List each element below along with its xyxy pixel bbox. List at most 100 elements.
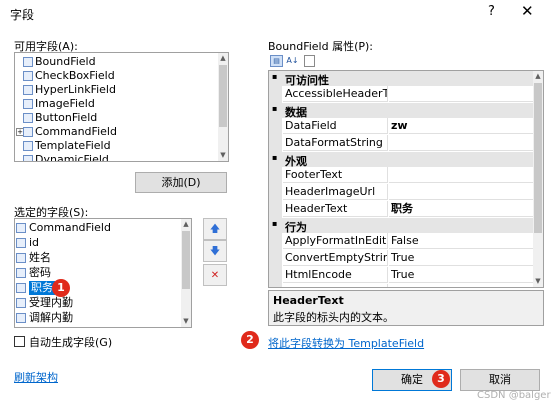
selected-fields-list[interactable]: CommandField id 姓名 密码 职务 受理内勤 调解内勤 ▲ ▼ — [14, 218, 192, 328]
property-category[interactable]: ▪ 可访问性 — [269, 71, 543, 87]
property-category[interactable]: ▪ 外观 — [269, 152, 543, 168]
property-value[interactable]: zw — [389, 118, 543, 134]
property-row[interactable]: DataField zw — [269, 118, 543, 135]
auto-generate-checkbox[interactable] — [14, 336, 25, 347]
property-name: DataFormatString — [283, 135, 388, 151]
window-title: 字段 — [10, 8, 35, 22]
field-icon — [23, 99, 33, 109]
property-row[interactable]: AccessibleHeaderText — [269, 86, 543, 103]
move-down-button[interactable]: 🡇 — [203, 240, 227, 262]
property-value[interactable] — [389, 135, 543, 151]
field-icon — [16, 313, 26, 323]
property-description: HeaderText 此字段的标头内的文本。 — [268, 290, 544, 326]
list-item-label: 密码 — [29, 266, 51, 279]
property-gutter — [269, 135, 282, 152]
delete-field-button[interactable]: ✕ — [203, 264, 227, 286]
list-item-label: ButtonField — [35, 111, 98, 124]
property-gutter — [269, 267, 282, 284]
property-value[interactable] — [389, 86, 543, 102]
annotation-badge-1: 1 — [52, 279, 70, 297]
property-name: ConvertEmptyStringTo — [283, 250, 388, 266]
selected-scrollbar[interactable]: ▲ ▼ — [181, 219, 191, 327]
property-gutter — [269, 233, 282, 250]
property-value[interactable]: True — [389, 267, 543, 283]
close-icon[interactable]: ✕ — [521, 2, 534, 20]
list-item-label: CommandField — [35, 125, 117, 138]
collapse-icon[interactable]: ▪ — [272, 219, 277, 228]
property-row[interactable]: ConvertEmptyStringToTrue — [269, 250, 543, 267]
collapse-icon[interactable]: ▪ — [272, 72, 277, 81]
scroll-thumb[interactable] — [534, 83, 542, 233]
property-value[interactable]: True — [389, 284, 543, 287]
collapse-icon[interactable]: ▪ — [272, 153, 277, 162]
field-icon — [23, 71, 33, 81]
list-item-label: CheckBoxField — [35, 69, 115, 82]
property-row[interactable]: ApplyFormatInEditMoFalse — [269, 233, 543, 250]
field-icon — [23, 141, 33, 151]
field-icon — [16, 223, 26, 233]
property-value[interactable] — [389, 184, 543, 200]
property-gutter — [269, 167, 282, 184]
property-row[interactable]: HtmlEncodeFormatStrTrue — [269, 284, 543, 287]
list-item-label: HyperLinkField — [35, 83, 116, 96]
annotation-badge-3: 3 — [432, 370, 450, 388]
arrow-down-icon: 🡇 — [209, 246, 221, 257]
property-gutter — [269, 86, 282, 103]
help-icon[interactable]: ? — [488, 4, 495, 19]
description-text: 此字段的标头内的文本。 — [273, 311, 394, 324]
field-icon — [16, 268, 26, 278]
refresh-schema-link[interactable]: 刷新架构 — [14, 369, 58, 385]
property-scrollbar[interactable]: ▲ ▼ — [533, 71, 543, 287]
property-name: HeaderText — [283, 201, 388, 217]
property-row[interactable]: HeaderImageUrl — [269, 184, 543, 201]
available-scrollbar[interactable]: ▲ ▼ — [218, 53, 228, 161]
property-pages-icon[interactable] — [304, 55, 315, 67]
auto-generate-label[interactable]: 自动生成字段(G) — [29, 334, 112, 350]
property-row[interactable]: HeaderText 职务 — [269, 201, 543, 218]
property-name: HtmlEncode — [283, 267, 388, 283]
field-icon — [23, 57, 33, 67]
property-category[interactable]: ▪ 数据 — [269, 103, 543, 119]
property-value[interactable] — [389, 167, 543, 183]
scroll-down-icon[interactable]: ▼ — [533, 276, 543, 286]
add-field-button[interactable]: 添加(D) — [135, 172, 227, 193]
list-item-label: id — [29, 236, 40, 249]
property-row[interactable]: FooterText — [269, 167, 543, 184]
property-grid[interactable]: ▪可访问性AccessibleHeaderText▪数据DataFieldzwD… — [268, 70, 544, 288]
available-fields-list[interactable]: BoundField CheckBoxField HyperLinkField Ima… — [14, 52, 229, 162]
property-name: AccessibleHeaderText — [283, 86, 388, 102]
property-row[interactable]: HtmlEncode True — [269, 267, 543, 284]
annotation-badge-2: 2 — [241, 331, 259, 349]
property-value[interactable]: 职务 — [389, 201, 543, 217]
property-gutter — [269, 250, 282, 267]
property-gutter — [269, 184, 282, 201]
scroll-thumb[interactable] — [219, 65, 227, 127]
collapse-icon[interactable]: ▪ — [272, 104, 277, 113]
scroll-down-icon[interactable]: ▼ — [181, 316, 191, 326]
scroll-up-icon[interactable]: ▲ — [218, 53, 228, 63]
scroll-up-icon[interactable]: ▲ — [181, 219, 191, 229]
property-name: FooterText — [283, 167, 388, 183]
list-item-label: 姓名 — [29, 251, 51, 264]
property-toolbar: ▤ A↓ — [268, 54, 544, 69]
property-value[interactable]: True — [389, 250, 543, 266]
alphabetical-icon[interactable]: A↓ — [286, 55, 299, 67]
scroll-up-icon[interactable]: ▲ — [533, 71, 543, 81]
delete-icon: ✕ — [210, 270, 220, 281]
categorized-icon[interactable]: ▤ — [270, 55, 283, 67]
properties-label: BoundField 属性(P): — [268, 40, 374, 53]
convert-to-template-link[interactable]: 将此字段转换为 TemplateField — [268, 335, 424, 351]
scroll-down-icon[interactable]: ▼ — [218, 150, 228, 160]
scroll-thumb[interactable] — [182, 231, 190, 289]
watermark: CSDN @balger — [477, 390, 551, 401]
property-value[interactable]: False — [389, 233, 543, 249]
field-icon — [23, 113, 33, 123]
move-up-button[interactable]: 🡅 — [203, 218, 227, 240]
property-row[interactable]: DataFormatString — [269, 135, 543, 152]
cancel-button[interactable]: 取消 — [460, 369, 540, 391]
field-icon — [23, 155, 33, 161]
property-category[interactable]: ▪ 行为 — [269, 218, 543, 234]
property-gutter — [269, 201, 282, 218]
property-gutter — [269, 284, 282, 287]
property-name: ApplyFormatInEditMo — [283, 233, 388, 249]
